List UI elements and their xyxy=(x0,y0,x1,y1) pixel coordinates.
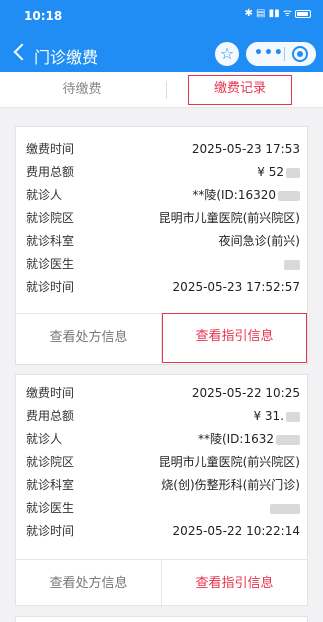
card-actions: 查看处方信息 查看指引信息 xyxy=(16,313,307,363)
card-actions: 查看处方信息 查看指引信息 xyxy=(16,559,307,608)
row-total-fee: 费用总额 ¥ 31. xyxy=(26,406,300,426)
redacted-mark xyxy=(276,434,300,445)
row-department: 就诊科室 烧(创)伤整形科(前兴门诊) xyxy=(26,475,300,495)
row-value: ¥ 52 xyxy=(257,165,284,179)
row-department: 就诊科室 夜间急诊(前兴) xyxy=(26,231,300,251)
redacted-mark xyxy=(284,259,300,270)
row-total-fee: 费用总额 ¥ 52 xyxy=(26,162,300,182)
row-campus: 就诊院区 昆明市儿童医院(前兴院区) xyxy=(26,452,300,472)
row-value: **陵(ID:16320 xyxy=(192,188,276,202)
row-label: 就诊院区 xyxy=(26,455,75,469)
row-label: 就诊人 xyxy=(26,432,63,446)
row-payment-time: 缴费时间 2025-05-23 17:53 xyxy=(26,139,300,159)
row-payment-time: 缴费时间 2025-05-22 10:25 xyxy=(26,383,300,403)
row-label: 就诊医生 xyxy=(26,257,75,271)
tab-bar: 待缴费 缴费记录 xyxy=(0,72,323,108)
view-prescription-button[interactable]: 查看处方信息 xyxy=(16,560,161,608)
signal-icons: ✱ ▤ ▮▮ ᯤ xyxy=(244,8,293,19)
record-card: 缴费时间 2025-05-23 17:53 费用总额 ¥ 52 就诊人 **陵(… xyxy=(15,126,308,332)
redacted-mark xyxy=(286,167,300,178)
row-label: 缴费时间 xyxy=(26,142,75,156)
tab-records[interactable]: 缴费记录 xyxy=(188,75,292,105)
redacted-mark xyxy=(278,190,300,201)
row-visit-time: 就诊时间 2025-05-23 17:52:57 xyxy=(26,277,300,297)
record-card: 缴费时间 2025-05-22 10:25 费用总额 ¥ 31. 就诊人 **陵… xyxy=(15,374,308,608)
redacted-mark xyxy=(286,411,300,422)
row-value-wrap xyxy=(268,498,300,518)
row-value: 2025-05-22 10:22:14 xyxy=(172,524,300,538)
row-label: 就诊人 xyxy=(26,188,63,202)
record-card-partial xyxy=(15,616,308,622)
row-value: 昆明市儿童医院(前兴院区) xyxy=(158,455,300,469)
status-icons: ✱ ▤ ▮▮ ᯤ xyxy=(244,8,311,20)
row-campus: 就诊院区 昆明市儿童医院(前兴院区) xyxy=(26,208,300,228)
row-value: **陵(ID:1632 xyxy=(197,432,274,446)
row-label: 就诊院区 xyxy=(26,211,75,225)
capsule-divider xyxy=(284,47,285,61)
row-label: 费用总额 xyxy=(26,409,75,423)
row-value-wrap: **陵(ID:16320 xyxy=(192,185,300,205)
row-value: 烧(创)伤整形科(前兴门诊) xyxy=(161,478,300,492)
row-value-wrap: ¥ 31. xyxy=(253,406,300,426)
tab-divider xyxy=(166,81,167,99)
row-patient: 就诊人 **陵(ID:16320 xyxy=(26,185,300,205)
row-value: ¥ 31. xyxy=(253,409,284,423)
row-label: 就诊时间 xyxy=(26,524,75,538)
page-title: 门诊缴费 xyxy=(34,48,99,67)
row-label: 缴费时间 xyxy=(26,386,75,400)
view-guide-button[interactable]: 查看指引信息 xyxy=(162,313,307,363)
row-value: 2025-05-22 10:25 xyxy=(191,386,300,400)
row-visit-time: 就诊时间 2025-05-22 10:22:14 xyxy=(26,521,300,541)
more-icon[interactable]: ••• xyxy=(254,44,283,62)
row-patient: 就诊人 **陵(ID:1632 xyxy=(26,429,300,449)
title-bar: 门诊缴费 ☆ ••• xyxy=(0,36,323,72)
status-bar: 10:18 ✱ ▤ ▮▮ ᯤ xyxy=(0,0,323,30)
app-header: 10:18 ✱ ▤ ▮▮ ᯤ 门诊缴费 ☆ ••• xyxy=(0,0,323,72)
row-value: 昆明市儿童医院(前兴院区) xyxy=(158,211,300,225)
row-doctor: 就诊医生 xyxy=(26,254,300,274)
close-icon[interactable] xyxy=(292,46,308,62)
row-label: 费用总额 xyxy=(26,165,75,179)
row-label: 就诊医生 xyxy=(26,501,75,515)
row-label: 就诊时间 xyxy=(26,280,75,294)
row-label: 就诊科室 xyxy=(26,478,75,492)
redacted-mark xyxy=(270,503,300,514)
row-value: 夜间急诊(前兴) xyxy=(218,234,300,248)
row-doctor: 就诊医生 xyxy=(26,498,300,518)
row-value-wrap xyxy=(282,254,300,274)
card-action-bar: 查看处方信息 查看指引信息 xyxy=(15,313,308,365)
view-guide-button[interactable]: 查看指引信息 xyxy=(162,560,307,608)
star-icon[interactable]: ☆ xyxy=(215,42,239,66)
battery-icon xyxy=(295,10,311,18)
status-time: 10:18 xyxy=(24,9,63,23)
mini-program-capsule: ••• xyxy=(246,42,316,66)
tab-pending[interactable]: 待缴费 xyxy=(0,72,164,108)
back-icon[interactable] xyxy=(10,42,28,62)
row-value-wrap: **陵(ID:1632 xyxy=(198,429,300,449)
row-value: 2025-05-23 17:52:57 xyxy=(172,280,300,294)
row-value-wrap: ¥ 52 xyxy=(257,162,300,182)
row-label: 就诊科室 xyxy=(26,234,75,248)
row-value: 2025-05-23 17:53 xyxy=(191,142,300,156)
view-prescription-button[interactable]: 查看处方信息 xyxy=(16,314,161,362)
